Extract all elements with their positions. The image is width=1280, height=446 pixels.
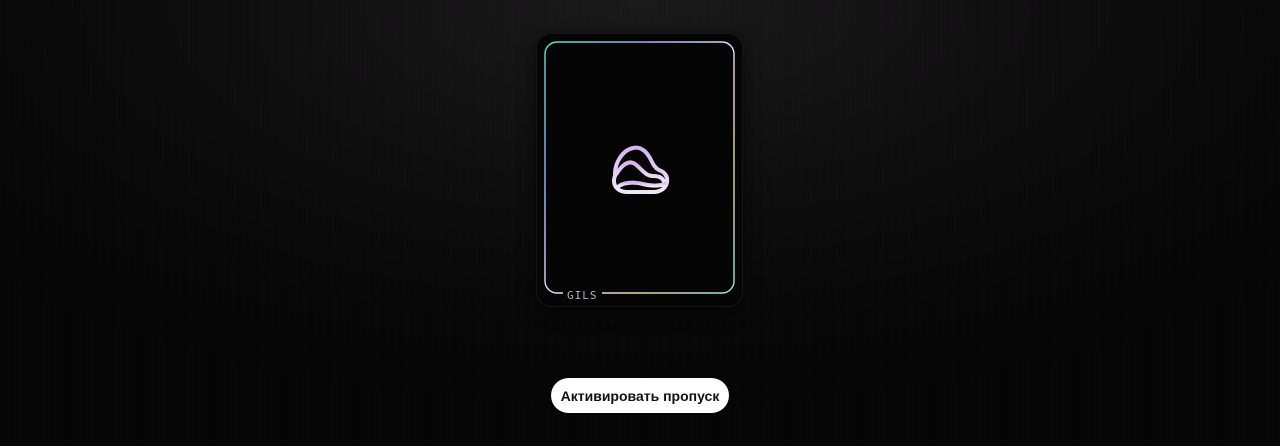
pass-screen: GILS Активировать пропуск: [0, 0, 1280, 446]
pass-card: GILS: [537, 34, 742, 306]
card-label: GILS: [563, 289, 602, 302]
activate-pass-button[interactable]: Активировать пропуск: [551, 378, 729, 413]
mountain-cloud-logo-icon: [612, 145, 670, 194]
